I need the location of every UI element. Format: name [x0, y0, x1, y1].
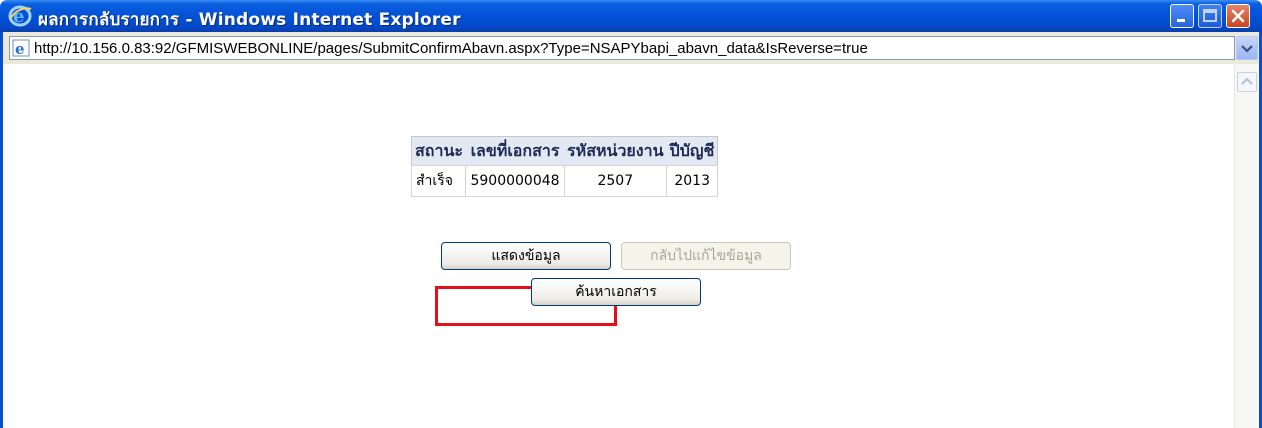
cell-status: สำเร็จ [410, 165, 467, 197]
back-edit-button[interactable]: กลับไปแก้ไขข้อมูล [621, 242, 791, 270]
address-bar: e http://10.156.0.83:92/GFMISWEBONLINE/p… [0, 32, 1262, 64]
cell-fiscal-year: 2013 [666, 165, 719, 197]
title-bar[interactable]: e ผลการกลับรายการ - Windows Internet Exp… [0, 0, 1262, 32]
address-field[interactable]: e http://10.156.0.83:92/GFMISWEBONLINE/p… [9, 36, 1235, 60]
dropdown-arrow-icon [1237, 44, 1257, 63]
cell-agency-code: 2507 [563, 165, 668, 197]
maximize-button[interactable] [1198, 4, 1222, 28]
minimize-button[interactable] [1170, 4, 1194, 28]
address-dropdown-button[interactable] [1236, 36, 1258, 60]
search-document-button[interactable]: ค้นหาเอกสาร [531, 278, 701, 306]
header-status: สถานะ [411, 136, 466, 166]
table-header-row: สถานะ เลขที่เอกสาร รหัสหน่วยงาน ปีบัญชี [411, 136, 718, 166]
header-fiscal-year: ปีบัญชี [666, 136, 718, 166]
ie-logo-icon: e [8, 5, 32, 27]
address-url: http://10.156.0.83:92/GFMISWEBONLINE/pag… [34, 40, 868, 57]
page-content: สถานะ เลขที่เอกสาร รหัสหน่วยงาน ปีบัญชี … [0, 64, 1262, 428]
table-row: สำเร็จ 5900000048 2507 2013 [410, 165, 719, 197]
header-doc-number: เลขที่เอกสาร [465, 136, 565, 166]
window-title: ผลการกลับรายการ - Windows Internet Explo… [38, 10, 461, 30]
result-table: สถานะ เลขที่เอกสาร รหัสหน่วยงาน ปีบัญชี … [410, 136, 719, 197]
show-data-button[interactable]: แสดงข้อมูล [441, 242, 611, 270]
scroll-up-button[interactable] [1237, 72, 1257, 92]
close-button[interactable] [1226, 4, 1250, 28]
cell-doc-number: 5900000048 [465, 165, 565, 197]
vertical-scrollbar[interactable] [1234, 64, 1259, 428]
page-icon: e [12, 39, 30, 58]
svg-text:e: e [15, 40, 25, 57]
header-agency-code: รหัสหน่วยงาน [564, 136, 667, 166]
